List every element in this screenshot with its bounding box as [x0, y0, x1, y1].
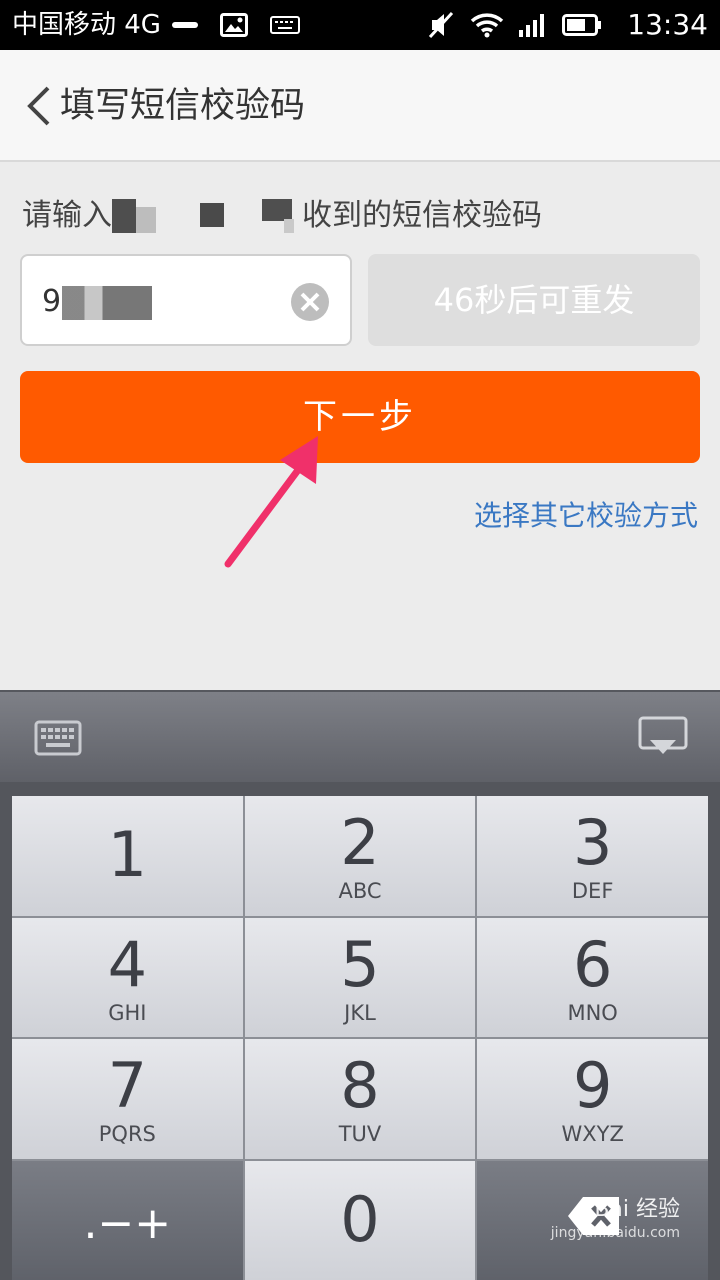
- key-7[interactable]: 7 PQRS: [12, 1039, 243, 1159]
- clock: 13:34: [627, 8, 708, 41]
- key-4[interactable]: 4 GHI: [12, 917, 243, 1037]
- key-symbols[interactable]: .−+: [12, 1160, 243, 1280]
- page-title: 填写短信校验码: [60, 86, 306, 126]
- battery-icon: [562, 14, 601, 36]
- keyboard-switch-icon[interactable]: [34, 720, 82, 756]
- redacted-code: [62, 286, 152, 320]
- watermark-brand: Bai 经验: [594, 1197, 680, 1222]
- wifi-icon: [470, 13, 504, 38]
- key-8[interactable]: 8 TUV: [244, 1039, 476, 1159]
- hide-keyboard-icon[interactable]: [638, 716, 688, 758]
- keyboard-icon: [270, 16, 300, 34]
- baidu-jingyan-watermark: Bai 经验 jingyan.baidu.com: [551, 1196, 680, 1242]
- minus-icon: [172, 22, 198, 28]
- key-5[interactable]: 5 JKL: [244, 917, 476, 1037]
- title-bar: 填写短信校验码: [0, 50, 720, 162]
- other-verification-method-link[interactable]: 选择其它校验方式: [474, 496, 698, 536]
- redacted-phone-number: [112, 198, 302, 235]
- resend-button[interactable]: 46秒后可重发: [368, 254, 700, 346]
- watermark-url: jingyan.baidu.com: [550, 1225, 680, 1241]
- clear-input-icon[interactable]: [290, 282, 330, 322]
- notification-icons: [172, 10, 300, 40]
- back-arrow-icon[interactable]: [22, 84, 56, 128]
- status-bar: 中国移动 4G 13:34: [0, 0, 720, 50]
- image-icon: [220, 13, 248, 37]
- prompt-prefix: 请输入: [22, 198, 112, 233]
- key-2[interactable]: 2 ABC: [244, 796, 476, 916]
- prompt-suffix: 收到的短信校验码: [302, 198, 542, 233]
- sms-code-value: 9: [42, 284, 62, 319]
- system-icons: [426, 10, 602, 40]
- key-9[interactable]: 9 WXYZ: [477, 1039, 708, 1159]
- key-3[interactable]: 3 DEF: [477, 796, 708, 916]
- keyboard-toolbar: [0, 690, 720, 782]
- sms-prompt: 请输入 收到的短信校验码: [22, 194, 542, 238]
- mute-icon: [428, 11, 454, 39]
- signal-icon: [519, 14, 544, 37]
- carrier-label: 中国移动 4G: [12, 10, 161, 40]
- key-6[interactable]: 6 MNO: [477, 917, 708, 1037]
- sms-code-input[interactable]: 9: [20, 254, 352, 346]
- key-1[interactable]: 1: [12, 796, 243, 916]
- next-step-button[interactable]: 下一步: [20, 371, 700, 463]
- key-0[interactable]: 0: [244, 1160, 476, 1280]
